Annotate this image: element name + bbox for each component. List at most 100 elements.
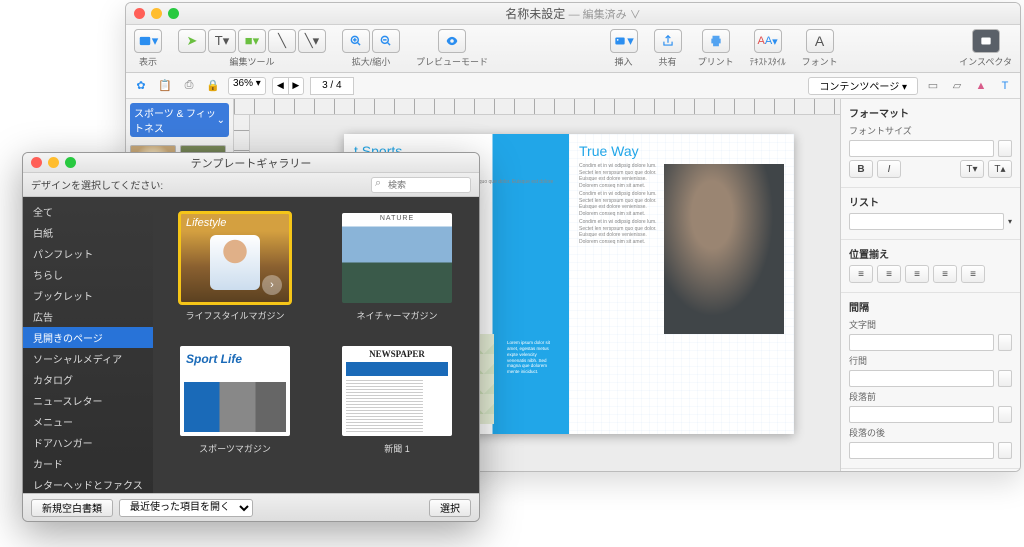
stepper[interactable] [998,406,1012,423]
alignment-label: 位置揃え [849,246,1012,261]
view-button[interactable]: ▾ [134,29,162,53]
category-item[interactable]: ソーシャルメディア [23,348,153,369]
body-text: Condim et in wi odipsig dolore lum. Sect… [579,163,661,189]
page-prev-button[interactable]: ◀ [272,77,288,95]
align-center-button[interactable]: ≡ [877,265,901,283]
category-item[interactable]: 白紙 [23,222,153,243]
align-left-button[interactable]: ≡ [849,265,873,283]
print-button[interactable] [702,29,730,53]
category-item[interactable]: ちらし [23,264,153,285]
char-spacing-label: 文字間 [849,320,876,330]
insp-tab-text-icon[interactable]: T [996,77,1014,95]
tb-inspector-label: インスペクタ [959,55,1012,68]
align-justify-button[interactable]: ≡ [933,265,957,283]
inspector-button[interactable] [972,29,1000,53]
category-item[interactable]: ニュースレター [23,390,153,411]
category-item[interactable]: レターヘッドとファクスシート [23,474,153,493]
template-thumbnail: › [180,213,290,303]
gallery-grid[interactable]: ›ライフスタイルマガジンネイチャーマガジンスポーツマガジン新聞 1 [153,197,479,493]
insp-tab-page-icon[interactable]: ▭ [924,77,942,95]
page-next-button[interactable]: ▶ [288,77,304,95]
category-item[interactable]: 全て [23,201,153,222]
font-size-input[interactable] [849,140,994,157]
tb-view-group: ▾ 表示 [134,29,162,68]
tb-zoom-label: 拡大/縮小 [352,55,391,68]
tb-share-group: 共有 [654,29,682,68]
tb-textstyle-label: ﾃｷｽﾄｽﾀｲﾙ [750,55,786,68]
tb-preview-group: プレビューモード [416,29,488,68]
font-size-stepper[interactable] [998,140,1012,157]
template-gallery-window: テンプレートギャラリー デザインを選択してください: 全て白紙パンフレットちらし… [22,152,480,522]
category-item[interactable]: カード [23,453,153,474]
insert-button[interactable]: ▾ [610,29,638,53]
print-icon[interactable]: ⎙ [180,77,198,95]
recent-select[interactable]: 最近使った項目を開く [119,499,253,517]
line2-tool-button[interactable]: ╲▾ [298,29,326,53]
contents-page-button[interactable]: コンテンツページ ▾ [808,77,918,95]
category-item[interactable]: メニュー [23,411,153,432]
insp-tab-shape-icon[interactable]: ▱ [948,77,966,95]
search-input[interactable] [371,177,471,193]
pointer-tool-button[interactable]: ➤ [178,29,206,53]
zoom-in-button[interactable] [342,29,370,53]
category-item[interactable]: ドアハンガー [23,432,153,453]
template-item[interactable]: ネイチャーマガジン [331,213,463,322]
template-item[interactable]: ›ライフスタイルマガジン [169,213,301,322]
tb-preview-label: プレビューモード [416,55,488,68]
category-item[interactable]: カタログ [23,369,153,390]
new-blank-button[interactable]: 新規空白書類 [31,499,113,517]
search-wrap [371,177,471,193]
tb-insert-group: ▾ 挿入 [610,29,638,68]
list-select[interactable] [849,213,1004,230]
template-item[interactable]: 新聞 1 [331,346,463,455]
share-button[interactable] [654,29,682,53]
window-title: 名称未設定 — 編集済み ∨ [126,5,1020,22]
zoom-select[interactable]: 36% ▾ [228,77,266,95]
gallery-sidebar[interactable]: 全て白紙パンフレットちらしブックレット広告見開きのページソーシャルメディアカタロ… [23,197,153,493]
tb-print-group: プリント [698,29,734,68]
zoom-out-button[interactable] [372,29,400,53]
lock-icon[interactable]: 🔒 [204,77,222,95]
para-before-input[interactable] [849,406,994,423]
font-button[interactable]: A [806,29,834,53]
template-item[interactable]: スポーツマガジン [169,346,301,455]
page-field[interactable] [310,77,354,95]
stepper[interactable] [998,370,1012,387]
select-button[interactable]: 選択 [429,499,471,517]
tb-insert-label: 挿入 [615,55,633,68]
category-item[interactable]: 広告 [23,306,153,327]
align-right-button[interactable]: ≡ [905,265,929,283]
category-item[interactable]: ブックレット [23,285,153,306]
para-after-label: 段落の後 [849,428,885,438]
stepper[interactable] [998,334,1012,351]
insp-tab-link-icon[interactable]: ▲ [972,77,990,95]
text-tool-button[interactable]: T▾ [208,29,236,53]
second-toolbar: ✿ 📋 ⎙ 🔒 36% ▾ ◀ ▶ コンテンツページ ▾ ▭ ▱ ▲ T [126,73,1020,99]
star-icon[interactable]: ✿ [132,77,150,95]
body-text: Condim et in wi odipsig dolore lum. Sect… [579,191,661,217]
line-spacing-input[interactable] [849,370,994,387]
line-tool-button[interactable]: ╲ [268,29,296,53]
italic-button[interactable]: I [877,160,901,178]
tb-edit-group: ➤ T▾ ■▾ ╲ ╲▾ 編集ツール [178,29,326,68]
larger-text-button[interactable]: T▴ [988,160,1012,178]
gallery-titlebar: テンプレートギャラリー [23,153,479,173]
gallery-title: テンプレートギャラリー [23,155,479,171]
category-dropdown[interactable]: スポーツ & フィットネス [130,103,229,137]
font-size-label: フォントサイズ [849,126,912,136]
align-distribute-button[interactable]: ≡ [961,265,985,283]
bold-button[interactable]: B [849,160,873,178]
clipboard-icon[interactable]: 📋 [156,77,174,95]
para-after-input[interactable] [849,442,994,459]
tb-share-label: 共有 [659,55,677,68]
category-item[interactable]: 見開きのページ [23,327,153,348]
preview-button[interactable] [438,29,466,53]
stepper[interactable] [998,442,1012,459]
shape-tool-button[interactable]: ■▾ [238,29,266,53]
format-heading: フォーマット [849,105,1012,120]
text-style-button[interactable]: AA▾ [754,29,782,53]
category-item[interactable]: パンフレット [23,243,153,264]
smaller-text-button[interactable]: T▾ [960,160,984,178]
char-spacing-input[interactable] [849,334,994,351]
page-right: True Way Condim et in wi odipsig dolore … [569,134,794,434]
